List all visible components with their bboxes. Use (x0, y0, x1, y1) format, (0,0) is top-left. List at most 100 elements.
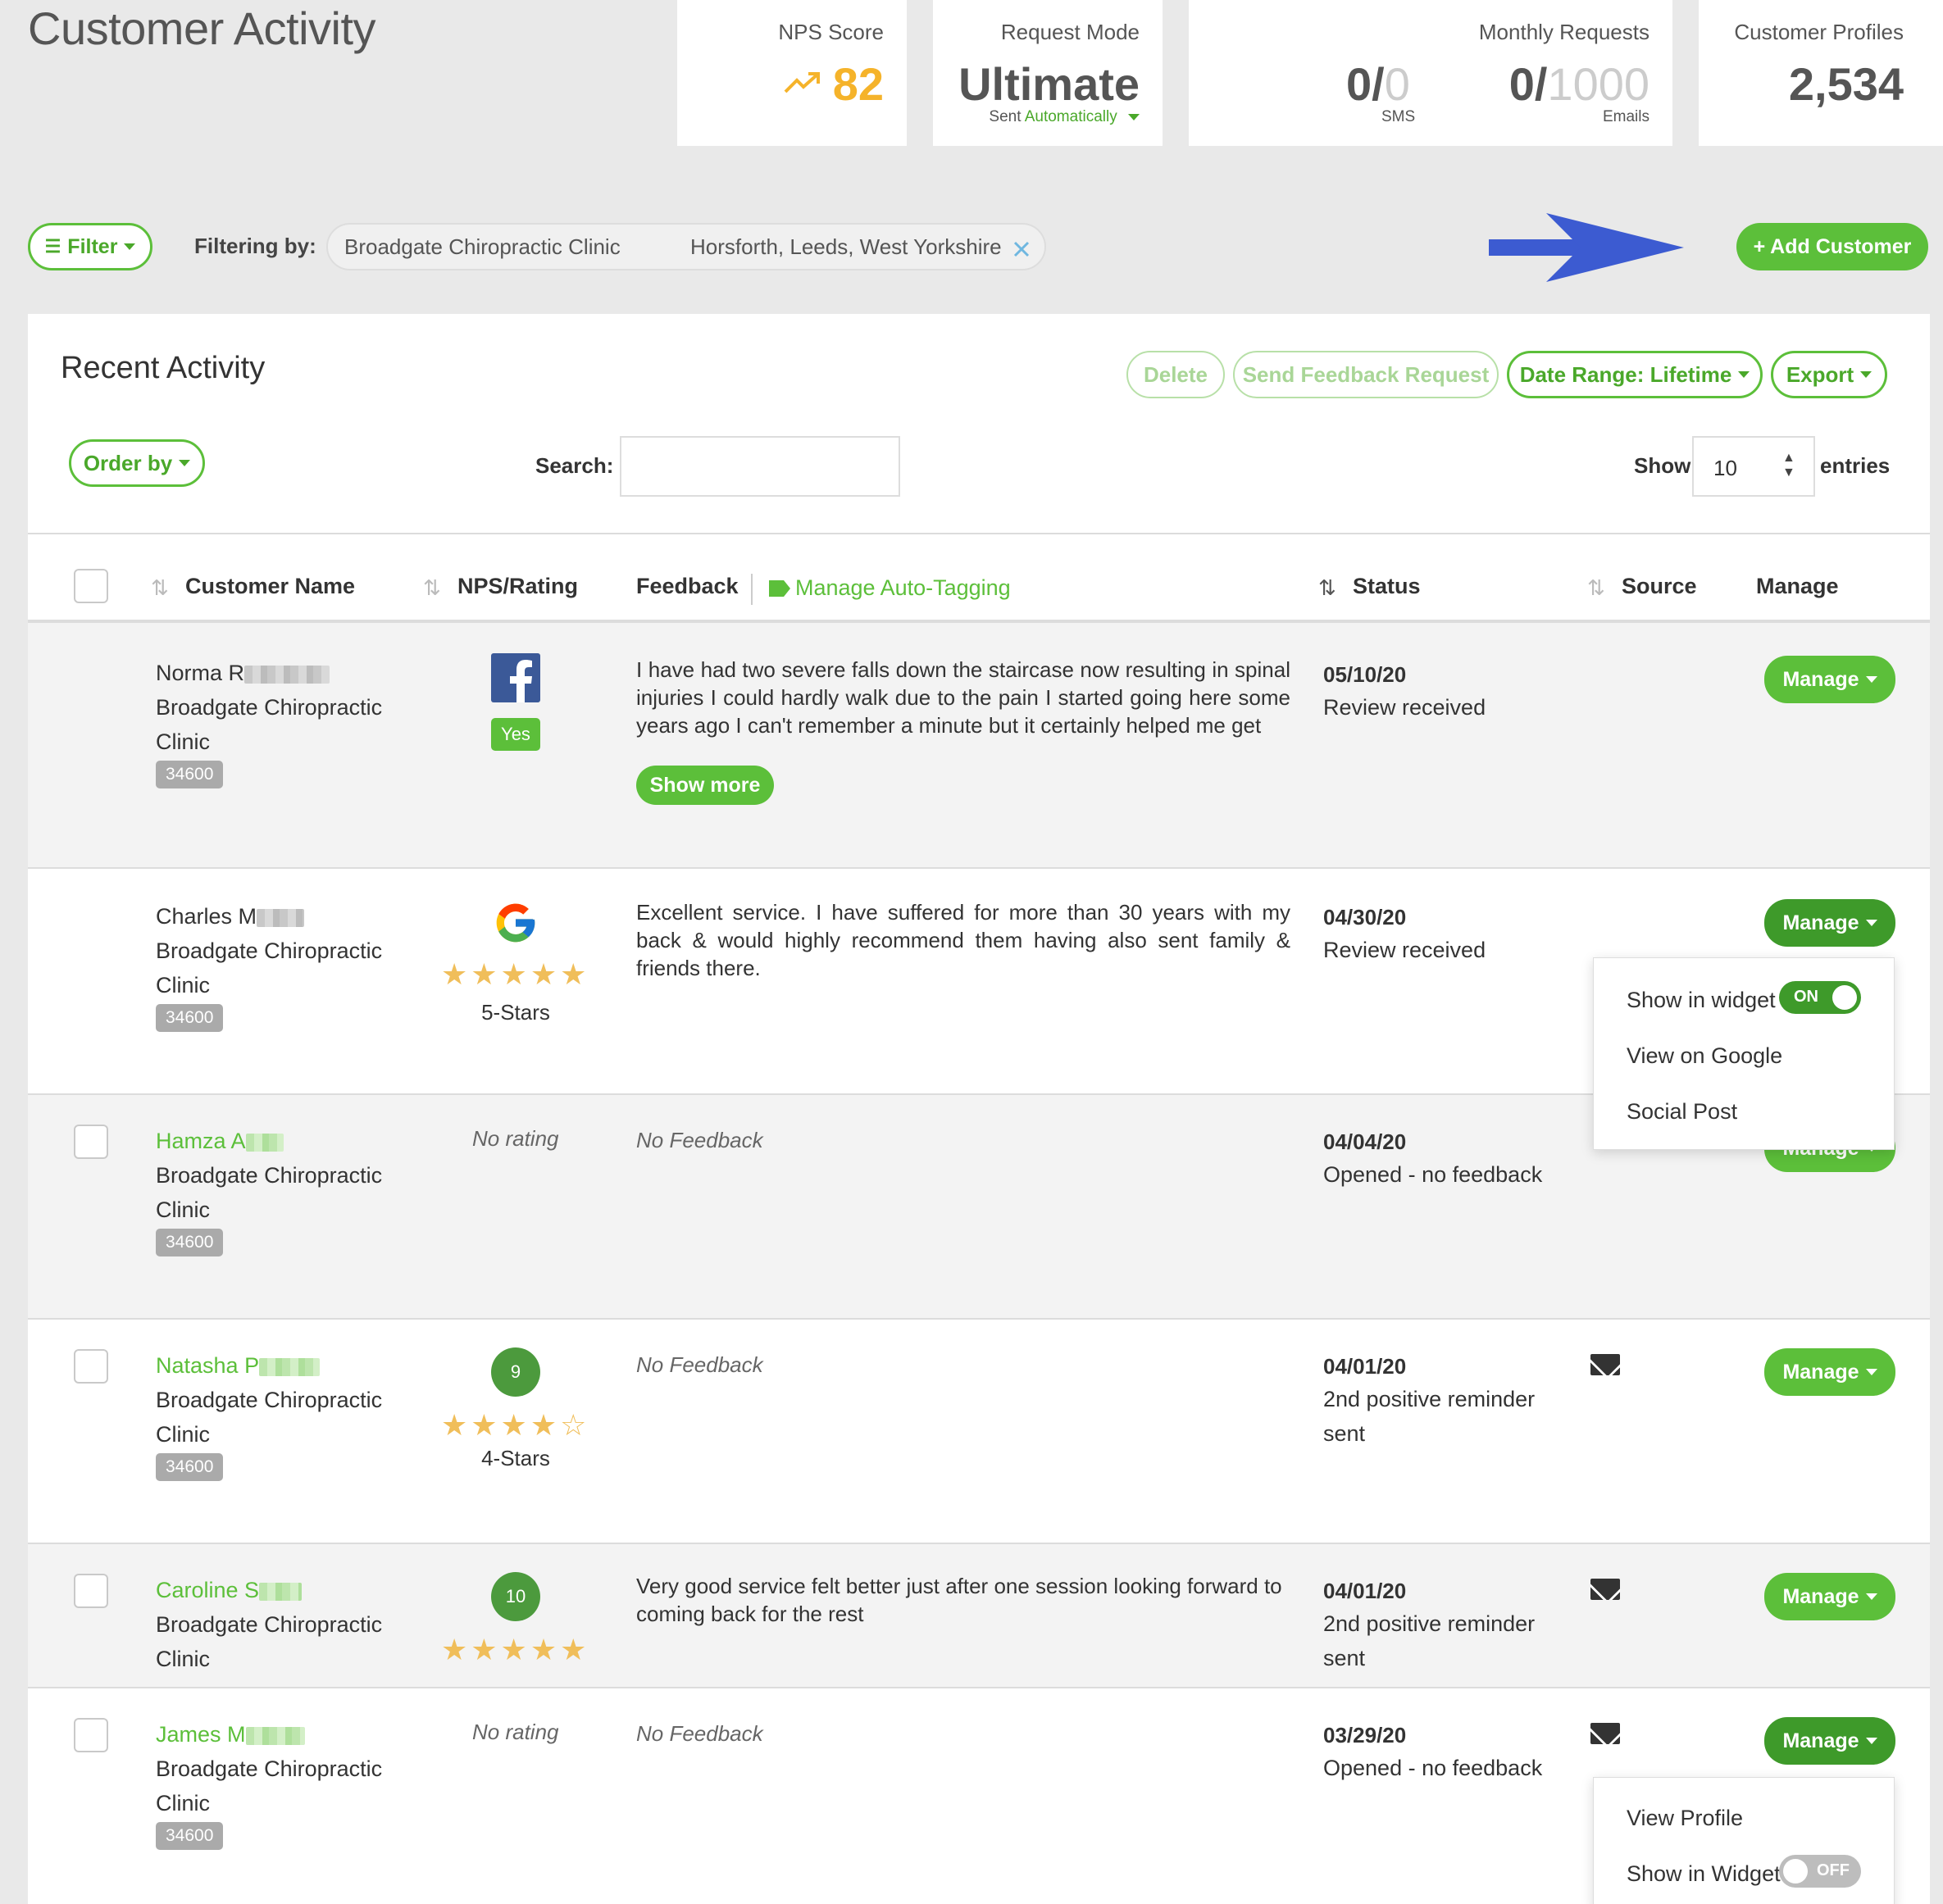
status-text: 2nd positive reminder sent (1323, 1611, 1536, 1670)
show-more-button[interactable]: Show more (636, 766, 774, 805)
row-checkbox[interactable] (74, 1718, 108, 1752)
no-rating-text: No rating (472, 1720, 559, 1744)
filter-chip-clinic: Broadgate Chiropractic Clinic (344, 234, 621, 259)
col-customer-name[interactable]: Customer Name (185, 574, 355, 599)
send-feedback-request-button[interactable]: Send Feedback Request (1233, 351, 1499, 398)
sms-count: 0/0 (1346, 58, 1410, 110)
customer-name[interactable]: Natasha P (156, 1353, 321, 1379)
envelope-icon (1590, 1354, 1620, 1375)
col-source[interactable]: Source (1622, 574, 1697, 599)
sort-desc-icon[interactable]: ⇅ (1318, 575, 1336, 601)
customer-name[interactable]: Norma R (156, 661, 330, 686)
order-by-dropdown[interactable]: Order by (69, 439, 205, 487)
feedback-text: No Feedback (636, 1721, 763, 1746)
star-rating: ★★★★★ (441, 957, 590, 991)
col-feedback: Feedback (636, 574, 739, 598)
select-all-checkbox[interactable] (74, 569, 108, 603)
manage-button[interactable]: Manage (1764, 1717, 1895, 1765)
show-in-widget-toggle[interactable]: ON (1779, 981, 1861, 1014)
view-profile-item[interactable]: View Profile (1627, 1806, 1743, 1831)
status-date: 05/10/20 (1323, 662, 1407, 687)
sms-label: SMS (1381, 108, 1416, 125)
tag-icon (769, 580, 790, 597)
sent-prefix: Sent (989, 108, 1022, 125)
customer-name[interactable]: Hamza A (156, 1129, 284, 1154)
col-nps-rating[interactable]: NPS/Rating (457, 574, 578, 599)
show-in-widget-item[interactable]: Show in widget (1627, 988, 1776, 1013)
customer-profiles-label: Customer Profiles (1734, 20, 1904, 44)
sort-icon[interactable]: ⇅ (423, 575, 441, 601)
status-text: Review received (1323, 938, 1486, 962)
delete-button[interactable]: Delete (1126, 351, 1225, 398)
star-rating-label: 4-Stars (481, 1446, 550, 1470)
status-text: Opened - no feedback (1323, 1162, 1543, 1187)
manage-button[interactable]: Manage (1764, 1348, 1895, 1396)
customer-name[interactable]: James M (156, 1722, 305, 1747)
customer-profiles-value: 2,534 (1788, 58, 1904, 110)
row-checkbox[interactable] (74, 1125, 108, 1159)
recent-activity-title: Recent Activity (61, 351, 266, 385)
monthly-requests-label: Monthly Requests (1478, 20, 1650, 44)
filter-button[interactable]: ☰ Filter (28, 223, 152, 270)
feedback-text: No Feedback (636, 1352, 763, 1377)
date-range-dropdown[interactable]: Date Range: Lifetime (1507, 351, 1763, 398)
status-date: 04/01/20 (1323, 1354, 1407, 1379)
sort-icon[interactable]: ⇅ (151, 575, 169, 601)
nps-answer-badge: Yes (491, 718, 540, 751)
id-badge: 34600 (156, 761, 224, 788)
social-post-item[interactable]: Social Post (1627, 1099, 1737, 1125)
request-mode-card: Request Mode Ultimate Sent Automatically (933, 0, 1163, 146)
manage-auto-tagging-link[interactable]: Manage Auto-Tagging (795, 575, 1011, 601)
search-label: Search: (535, 453, 614, 478)
redacted-text (244, 665, 330, 684)
request-mode-label: Request Mode (1000, 20, 1140, 44)
col-status[interactable]: Status (1353, 574, 1421, 599)
entries-label: entries (1820, 453, 1891, 478)
search-input[interactable] (620, 436, 900, 497)
view-on-google-item[interactable]: View on Google (1627, 1043, 1782, 1069)
col-manage: Manage (1756, 574, 1839, 598)
customer-profiles-card: Customer Profiles 2,534 (1699, 0, 1943, 146)
status-text: Opened - no feedback (1323, 1756, 1543, 1780)
sliders-icon: ☰ (44, 236, 61, 257)
clinic-name: Broadgate Chiropractic Clinic (156, 1612, 383, 1671)
status-date: 03/29/20 (1323, 1723, 1407, 1747)
sent-mode-dropdown[interactable]: Sent Automatically (989, 108, 1140, 126)
customer-name[interactable]: Charles M (156, 904, 305, 929)
add-customer-button[interactable]: + Add Customer (1736, 223, 1928, 270)
export-dropdown[interactable]: Export (1771, 351, 1887, 398)
clinic-name: Broadgate Chiropractic Clinic (156, 1756, 383, 1815)
show-in-widget-toggle[interactable]: OFF (1779, 1855, 1861, 1888)
redacted-text (245, 1133, 284, 1152)
entries-select[interactable]: 10 ▲ ▼ (1692, 436, 1815, 497)
trending-up-icon (784, 72, 820, 93)
redacted-text (257, 908, 305, 927)
chevron-down-icon (1128, 113, 1140, 120)
google-icon (496, 903, 535, 943)
divider (751, 574, 753, 605)
close-icon[interactable] (1013, 241, 1030, 257)
customer-name[interactable]: Caroline S (156, 1578, 303, 1603)
id-badge: 34600 (156, 1229, 224, 1256)
status-text: 2nd positive reminder sent (1323, 1387, 1536, 1446)
envelope-icon (1590, 1723, 1620, 1744)
no-rating-text: No rating (472, 1126, 559, 1151)
page-title: Customer Activity (28, 2, 376, 54)
email-count: 0/1000 (1508, 58, 1650, 110)
manage-button[interactable]: Manage (1764, 899, 1895, 947)
manage-button[interactable]: Manage (1764, 656, 1895, 703)
status-date: 04/30/20 (1323, 905, 1407, 929)
show-in-widget-item[interactable]: Show in Widget (1627, 1861, 1781, 1887)
row-checkbox[interactable] (74, 1349, 108, 1384)
nps-score-badge: 9 (491, 1347, 540, 1397)
manage-button[interactable]: Manage (1764, 1573, 1895, 1620)
row-checkbox[interactable] (74, 1574, 108, 1608)
redacted-text (259, 1582, 303, 1601)
feedback-text: No Feedback (636, 1128, 763, 1152)
manage-dropdown-menu: Show in widget ON View on Google Social … (1593, 957, 1895, 1150)
envelope-icon (1590, 1579, 1620, 1600)
sort-icon[interactable]: ⇅ (1587, 575, 1605, 601)
manage-dropdown-menu: View Profile Show in Widget OFF (1593, 1777, 1895, 1904)
status-text: Review received (1323, 695, 1486, 720)
id-badge: 34600 (156, 1004, 224, 1032)
